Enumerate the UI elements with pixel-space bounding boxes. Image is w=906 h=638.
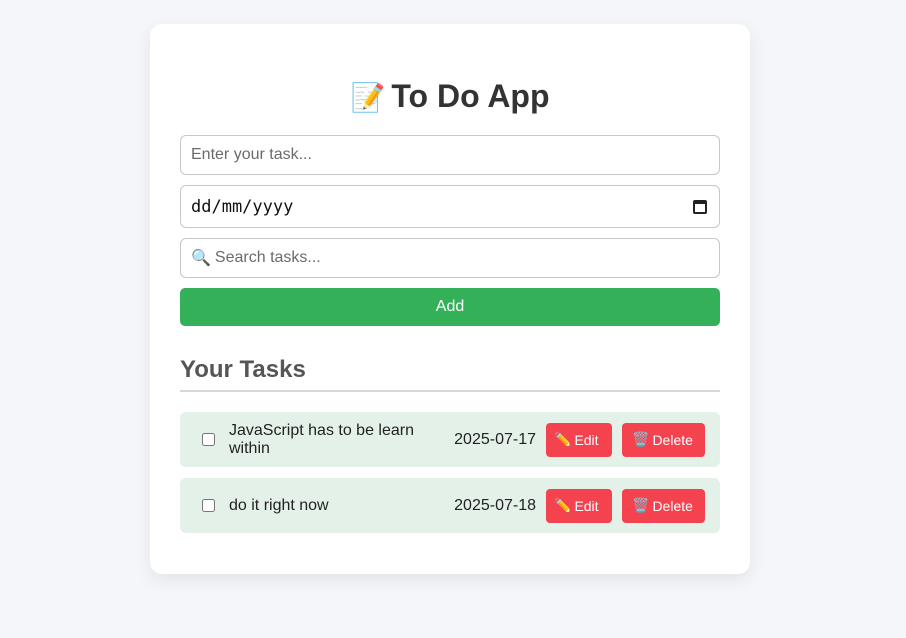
todo-card: 📝To Do App dd/mm/yyyy 🔍 Add Your Tasks J… bbox=[150, 24, 750, 574]
delete-label: Delete bbox=[652, 431, 693, 448]
app-title: To Do App bbox=[391, 78, 550, 114]
task-list: JavaScript has to be learn within 2025-0… bbox=[180, 412, 720, 533]
tasks-heading: Your Tasks bbox=[180, 356, 720, 392]
task-item: JavaScript has to be learn within 2025-0… bbox=[180, 412, 720, 467]
task-input[interactable] bbox=[180, 135, 720, 175]
task-item: do it right now 2025-07-18 ✏️ Edit 🗑️ Dele… bbox=[180, 478, 720, 533]
delete-button[interactable]: 🗑️ Delete bbox=[622, 422, 705, 457]
page-title: 📝 To Do App bbox=[180, 76, 720, 116]
calendar-icon[interactable] bbox=[693, 199, 707, 214]
task-checkbox[interactable] bbox=[202, 499, 215, 512]
memo-icon: 📝 bbox=[350, 82, 386, 113]
edit-label: Edit bbox=[574, 497, 599, 514]
search-icon: 🔍 bbox=[191, 250, 211, 267]
edit-button[interactable]: ✏️ Edit bbox=[546, 488, 612, 523]
delete-button[interactable]: 🗑️ Delete bbox=[622, 488, 705, 523]
edit-button[interactable]: ✏️ Edit bbox=[546, 422, 612, 457]
date-placeholder: dd/mm/yyyy bbox=[191, 196, 294, 217]
trash-icon: 🗑️ bbox=[632, 497, 650, 513]
edit-label: Edit bbox=[574, 431, 599, 448]
add-button[interactable]: Add bbox=[180, 288, 720, 326]
due-date-input[interactable]: dd/mm/yyyy bbox=[180, 185, 720, 228]
task-text: JavaScript has to be learn within bbox=[229, 421, 414, 457]
task-text: do it right now bbox=[229, 496, 329, 514]
pencil-icon: ✏️ bbox=[554, 497, 572, 513]
pencil-icon: ✏️ bbox=[554, 431, 572, 447]
task-checkbox[interactable] bbox=[202, 433, 215, 446]
delete-label: Delete bbox=[652, 497, 693, 514]
search-field[interactable]: 🔍 bbox=[180, 238, 720, 278]
task-date: 2025-07-18 bbox=[454, 496, 536, 514]
task-date: 2025-07-17 bbox=[454, 430, 536, 448]
trash-icon: 🗑️ bbox=[632, 431, 650, 447]
search-input[interactable] bbox=[210, 248, 709, 268]
